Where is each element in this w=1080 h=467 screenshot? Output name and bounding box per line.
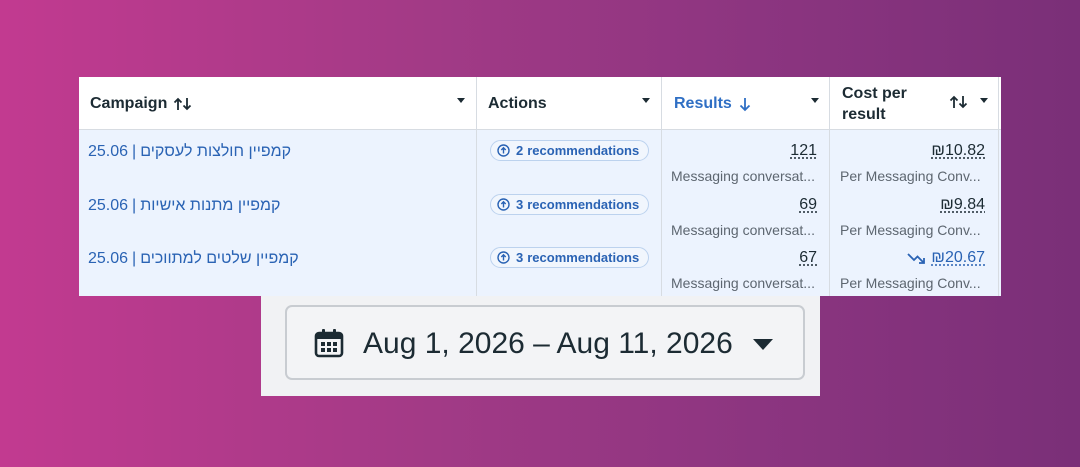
arrow-up-circle-icon xyxy=(497,198,510,211)
table-row: 25.06 | קמפיין חולצות לעסקים 2 recommend… xyxy=(79,135,1001,189)
campaign-title: קמפיין חולצות לעסקים xyxy=(140,143,292,160)
column-label-campaign: Campaign xyxy=(90,94,168,112)
column-header-campaign[interactable]: Campaign xyxy=(90,77,486,130)
cost-per-result-value[interactable]: ₪10.82 xyxy=(931,142,985,160)
results-value[interactable]: 69 xyxy=(799,196,817,214)
cost-per-result-value[interactable]: ₪20.67 xyxy=(907,249,985,267)
campaign-title: קמפיין מתנות אישיות xyxy=(140,197,281,214)
campaign-name-link[interactable]: 25.06 | קמפיין שלטים למתווכים xyxy=(88,250,299,268)
column-label-cost-line1: Cost per xyxy=(842,84,907,102)
campaign-name-link[interactable]: 25.06 | קמפיין מתנות אישיות xyxy=(88,197,280,215)
sort-icon[interactable] xyxy=(173,96,193,112)
chevron-down-icon[interactable] xyxy=(811,98,819,103)
column-label-actions: Actions xyxy=(488,94,547,112)
campaign-table: Campaign Actions Results Cost per result… xyxy=(79,77,1001,296)
chevron-down-icon[interactable] xyxy=(642,98,650,103)
date-range-label: Aug 1, 2026 – Aug 11, 2026 xyxy=(363,327,733,360)
trending-down-icon xyxy=(907,251,927,265)
campaign-date: 25.06 xyxy=(88,143,129,160)
recommendations-badge[interactable]: 3 recommendations xyxy=(490,247,650,268)
recommendations-label: recommendations xyxy=(527,197,640,212)
arrow-up-circle-icon xyxy=(497,144,510,157)
campaign-separator: | xyxy=(132,250,137,267)
date-range-button[interactable]: Aug 1, 2026 – Aug 11, 2026 xyxy=(285,305,805,380)
recommendations-label: recommendations xyxy=(527,143,640,158)
results-value[interactable]: 121 xyxy=(790,142,817,160)
table-header: Campaign Actions Results Cost per result xyxy=(79,77,1001,130)
recommendations-count: 3 xyxy=(516,197,524,212)
campaign-separator: | xyxy=(132,197,137,214)
date-range-panel: Aug 1, 2026 – Aug 11, 2026 xyxy=(261,296,820,396)
cost-per-result-type: Per Messaging Conv... xyxy=(840,275,981,291)
chevron-down-icon[interactable] xyxy=(457,98,465,103)
campaign-name-link[interactable]: 25.06 | קמפיין חולצות לעסקים xyxy=(88,143,291,161)
cost-per-result-type: Per Messaging Conv... xyxy=(840,222,981,238)
cost-per-result-type: Per Messaging Conv... xyxy=(840,168,981,184)
column-header-cost-per-result[interactable]: Cost per result xyxy=(842,77,1001,130)
column-header-actions[interactable]: Actions xyxy=(488,77,672,130)
arrow-up-circle-icon xyxy=(497,251,510,264)
table-row: 25.06 | קמפיין שלטים למתווכים 3 recommen… xyxy=(79,242,1001,296)
results-type: Messaging conversat... xyxy=(671,275,815,291)
cost-per-result-amount: ₪20.67 xyxy=(931,249,985,266)
chevron-down-icon[interactable] xyxy=(980,98,988,103)
campaign-title: קמפיין שלטים למתווכים xyxy=(140,250,299,267)
chevron-down-icon[interactable] xyxy=(753,339,773,350)
results-value[interactable]: 67 xyxy=(799,249,817,267)
column-label-cost-line2: result xyxy=(842,105,886,123)
column-header-results[interactable]: Results xyxy=(674,77,841,130)
recommendations-badge[interactable]: 2 recommendations xyxy=(490,140,650,161)
cost-per-result-value[interactable]: ₪9.84 xyxy=(940,196,985,214)
column-label-results: Results xyxy=(674,94,732,112)
arrow-down-icon[interactable] xyxy=(738,96,752,112)
results-type: Messaging conversat... xyxy=(671,168,815,184)
campaign-date: 25.06 xyxy=(88,250,129,267)
results-type: Messaging conversat... xyxy=(671,222,815,238)
recommendations-label: recommendations xyxy=(527,250,640,265)
table-row: 25.06 | קמפיין מתנות אישיות 3 recommenda… xyxy=(79,189,1001,243)
recommendations-badge[interactable]: 3 recommendations xyxy=(490,194,650,215)
campaign-separator: | xyxy=(132,143,137,160)
sort-icon[interactable] xyxy=(949,94,969,116)
recommendations-count: 3 xyxy=(516,250,524,265)
campaign-date: 25.06 xyxy=(88,197,129,214)
recommendations-count: 2 xyxy=(516,143,524,158)
calendar-icon xyxy=(313,327,345,359)
